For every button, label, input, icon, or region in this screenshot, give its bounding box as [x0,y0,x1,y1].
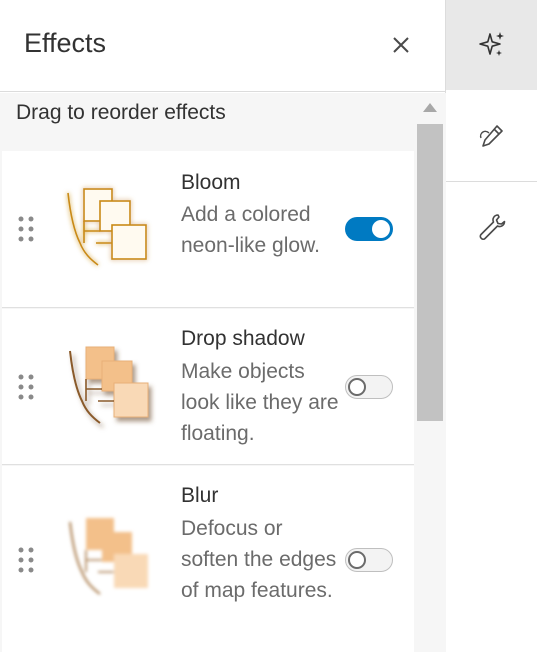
close-icon [393,37,409,53]
rail-tools-button[interactable] [446,182,537,272]
blur-thumbnail [60,510,158,610]
drag-handle-icon[interactable] [16,544,38,576]
toggle-knob [348,378,366,396]
rail-style-button[interactable] [446,91,537,181]
scrollbar[interactable] [414,93,446,652]
rail-effects-button[interactable] [446,0,537,90]
effect-description: Make objects look like they are floating… [181,360,339,445]
effect-title: Bloom [181,171,241,194]
effects-content: Drag to reorder effects Bloom Add a colo… [0,93,446,652]
wrench-icon [479,214,505,241]
effect-description: Add a colored neon-like glow. [181,203,320,257]
effect-card-blur[interactable]: Blur Defocus or soften the edges of map … [2,466,414,652]
blur-toggle[interactable] [345,548,393,572]
panel-title: Effects [24,28,107,58]
effect-title: Blur [181,484,219,507]
effects-panel: Effects Drag to reorder effects Bloom Ad… [0,0,446,652]
effect-description: Defocus or soften the edges of map featu… [181,517,337,602]
scrollbar-thumb[interactable] [417,124,443,421]
effect-card-drop-shadow[interactable]: Drop shadow Make objects look like they … [2,309,414,465]
toggle-knob [372,220,390,238]
drop-shadow-toggle[interactable] [345,375,393,399]
close-button[interactable] [386,30,416,60]
reorder-hint: Drag to reorder effects [16,101,226,124]
effect-title: Drop shadow [181,327,305,350]
panel-header: Effects [0,0,446,92]
bloom-toggle[interactable] [345,217,393,241]
scroll-up-arrow-icon[interactable] [423,103,437,112]
bloom-thumbnail [60,181,158,281]
drag-handle-icon[interactable] [16,213,38,245]
drag-handle-icon[interactable] [16,371,38,403]
pen-icon [479,125,503,147]
action-rail [446,0,537,652]
toggle-knob [348,551,366,569]
drop-shadow-thumbnail [60,339,158,439]
sparkle-icon [478,32,504,56]
effect-card-bloom[interactable]: Bloom Add a colored neon-like glow. [2,151,414,308]
